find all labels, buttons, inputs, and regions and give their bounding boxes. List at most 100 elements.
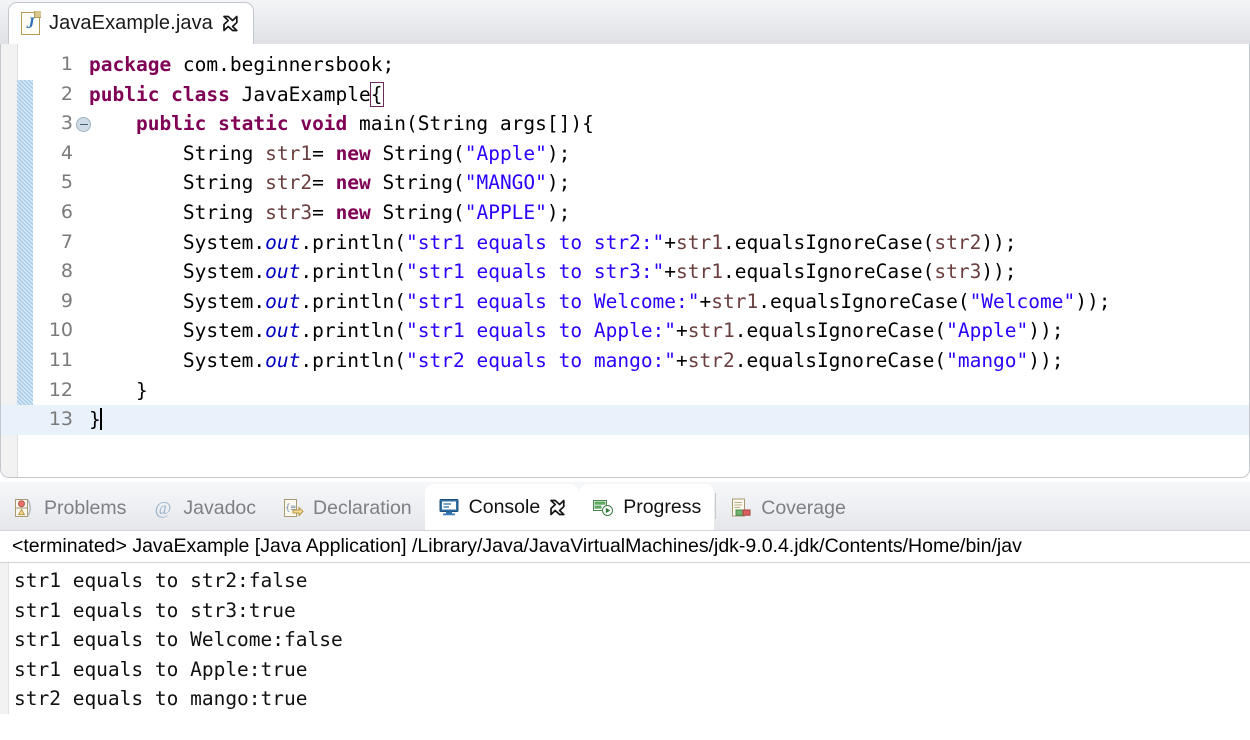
tab-javadoc[interactable]: @ Javadoc	[139, 486, 269, 530]
token: String(	[382, 171, 465, 195]
token: package	[89, 53, 183, 76]
tab-divider	[715, 493, 717, 519]
code-line-9[interactable]: 9 System.out.println("str1 equals to Wel…	[1, 287, 1249, 317]
line-number: 2	[60, 82, 73, 105]
token: String(	[382, 201, 465, 224]
code-editor[interactable]: 1 package com.beginnersbook; 2 public class…	[0, 44, 1250, 478]
text-caret	[99, 408, 102, 431]
code-line-10[interactable]: 10 System.out.println("str1 equals to Ap…	[1, 316, 1249, 346]
java-file-icon: J	[21, 11, 41, 35]
console-launch-line: <terminated> JavaExample [Java Applicati…	[0, 531, 1250, 563]
code-line-7[interactable]: 7 System.out.println("str1 equals to str…	[1, 228, 1249, 258]
token: +	[676, 319, 688, 343]
token: +	[664, 230, 677, 254]
editor-tab-label: JavaExample.java	[49, 12, 213, 34]
token: }	[89, 378, 148, 402]
problems-icon	[13, 497, 35, 519]
token: String	[89, 171, 266, 195]
token: str3	[265, 201, 313, 224]
token: "str1 equals to Welcome:"	[406, 289, 700, 313]
tab-label: Coverage	[761, 496, 846, 519]
code-line-4[interactable]: 4 String str1= new String("Apple");	[1, 139, 1249, 169]
token: str2	[687, 349, 735, 372]
token: System.	[89, 260, 266, 284]
console-output-line: str1 equals to Apple:true	[14, 657, 308, 681]
declaration-icon: {≡	[282, 497, 304, 519]
code-line-13[interactable]: 13}	[1, 405, 1249, 435]
code-line-8[interactable]: 8 System.out.println("str1 equals to str…	[1, 257, 1249, 287]
view-tab-bar: Problems @ Javadoc {≡ Declaration Consol…	[0, 482, 1250, 530]
progress-icon	[592, 496, 614, 518]
token: out	[265, 260, 301, 284]
line-text: package com.beginnersbook;	[89, 50, 394, 80]
token: ));	[981, 230, 1017, 254]
token: out	[265, 289, 301, 313]
token: =	[312, 141, 336, 165]
line-text: public static void main(String args[]){	[89, 109, 594, 139]
token: System.	[89, 230, 266, 254]
console-output[interactable]: str1 equals to str2:false str1 equals to …	[0, 563, 1250, 714]
token: .println(	[300, 289, 407, 313]
token: .equalsIgnoreCase(	[758, 289, 970, 313]
line-text: }	[89, 405, 102, 435]
console-output-line: str1 equals to str2:false	[14, 569, 308, 592]
token: "Apple"	[464, 141, 547, 165]
line-text: String str2= new String("MANGO");	[89, 168, 570, 198]
code-line-11[interactable]: 11 System.out.println("str2 equals to ma…	[1, 346, 1249, 376]
token: "str1 equals to str2:"	[406, 230, 665, 254]
line-number: 10	[48, 319, 73, 342]
line-text: public class JavaExample{	[89, 80, 384, 110]
token: +	[664, 260, 677, 284]
token: =	[312, 171, 336, 195]
code-line-5[interactable]: 5 String str2= new String("MANGO");	[1, 168, 1249, 198]
token: =	[312, 201, 336, 224]
token: ));	[1075, 289, 1111, 313]
token: com.beginnersbook;	[182, 53, 395, 76]
token: );	[546, 171, 571, 195]
editor-tab-javaexample[interactable]: J JavaExample.java	[8, 2, 254, 44]
token: out	[265, 319, 301, 343]
console-view[interactable]: <terminated> JavaExample [Java Applicati…	[0, 530, 1250, 740]
line-text: System.out.println("str2 equals to mango…	[89, 346, 1064, 376]
close-icon[interactable]	[549, 499, 566, 516]
code-line-1[interactable]: 1 package com.beginnersbook;	[1, 50, 1249, 80]
token: String	[89, 141, 266, 165]
token: .println(	[300, 230, 407, 254]
token: str2	[934, 230, 982, 254]
token: public class	[89, 82, 242, 106]
code-lines-container[interactable]: 1 package com.beginnersbook; 2 public class…	[1, 44, 1249, 477]
token: "MANGO"	[464, 171, 547, 195]
code-line-3[interactable]: 3 public static void main(String args[])…	[1, 109, 1249, 139]
code-line-2[interactable]: 2 public class JavaExample{	[1, 80, 1249, 110]
token: "str2 equals to mango:"	[406, 349, 677, 372]
token: +	[699, 289, 712, 313]
tab-progress[interactable]: Progress	[579, 484, 715, 530]
token: ));	[1028, 319, 1064, 343]
line-number: 8	[60, 260, 73, 283]
console-gutter	[0, 563, 9, 714]
tab-declaration[interactable]: {≡ Declaration	[269, 486, 425, 530]
code-line-12[interactable]: 12 }	[1, 376, 1249, 406]
line-text: String str3= new String("APPLE");	[89, 198, 570, 228]
console-output-line: str1 equals to Welcome:false	[14, 628, 343, 651]
token: main(String args[]){	[359, 112, 594, 136]
token: System.	[89, 319, 266, 343]
tab-label: Javadoc	[183, 496, 257, 519]
line-number: 6	[60, 201, 73, 223]
code-line-6[interactable]: 6 String str3= new String("APPLE");	[1, 198, 1249, 228]
tab-console[interactable]: Console	[424, 484, 580, 530]
token: "APPLE"	[464, 201, 547, 224]
close-icon[interactable]	[222, 15, 239, 32]
line-text: System.out.println("str1 equals to Apple…	[89, 316, 1064, 346]
line-number: 7	[60, 230, 73, 253]
token: .println(	[300, 349, 407, 372]
token: .println(	[300, 319, 407, 343]
tab-problems[interactable]: Problems	[0, 486, 139, 530]
token: str1	[711, 289, 759, 313]
tab-coverage[interactable]: Coverage	[717, 486, 859, 530]
editor-pane: J JavaExample.java 1 package com.beginner…	[0, 0, 1250, 478]
line-number: 5	[60, 171, 73, 194]
line-number: 1	[60, 53, 73, 75]
token: str1	[265, 141, 313, 165]
